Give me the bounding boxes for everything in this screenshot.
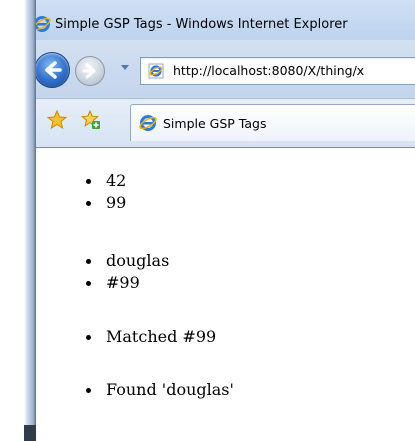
list-item: douglas bbox=[36, 250, 169, 272]
list-item: Found 'douglas' bbox=[36, 379, 234, 401]
tab-label: Simple GSP Tags bbox=[163, 116, 267, 131]
title-bar: Simple GSP Tags - Windows Internet Explo… bbox=[0, 0, 415, 40]
tab-simple-gsp-tags[interactable]: Simple GSP Tags bbox=[130, 104, 415, 141]
name-list: douglas #99 bbox=[36, 250, 169, 294]
window-left-frame bbox=[0, 0, 36, 441]
forward-button[interactable] bbox=[75, 56, 105, 86]
value-list: 42 99 bbox=[36, 170, 126, 214]
list-item: Matched #99 bbox=[36, 326, 216, 348]
recent-pages-dropdown-icon[interactable] bbox=[120, 64, 130, 72]
ie-icon bbox=[139, 115, 157, 131]
page-ie-icon bbox=[148, 63, 164, 79]
address-bar[interactable]: http://localhost:8080/X/thing/x bbox=[140, 57, 415, 85]
list-item: 42 bbox=[36, 170, 126, 192]
page-content: 42 99 douglas #99 Matched #99 Found 'dou… bbox=[36, 148, 415, 441]
found-list: Found 'douglas' bbox=[36, 379, 234, 401]
window-frame-corner bbox=[24, 425, 36, 441]
add-favorites-icon[interactable] bbox=[80, 109, 102, 131]
star-icon[interactable] bbox=[47, 110, 67, 130]
list-item: 99 bbox=[36, 192, 126, 214]
window-title: Simple GSP Tags - Windows Internet Explo… bbox=[55, 17, 348, 32]
browser-chrome: Simple GSP Tags - Windows Internet Explo… bbox=[0, 0, 415, 148]
back-button[interactable] bbox=[34, 52, 70, 88]
url-text[interactable]: http://localhost:8080/X/thing/x bbox=[173, 63, 364, 78]
forward-arrow-icon bbox=[82, 63, 96, 79]
list-item: #99 bbox=[36, 272, 169, 294]
back-arrow-icon bbox=[45, 61, 62, 79]
match-list: Matched #99 bbox=[36, 326, 216, 348]
